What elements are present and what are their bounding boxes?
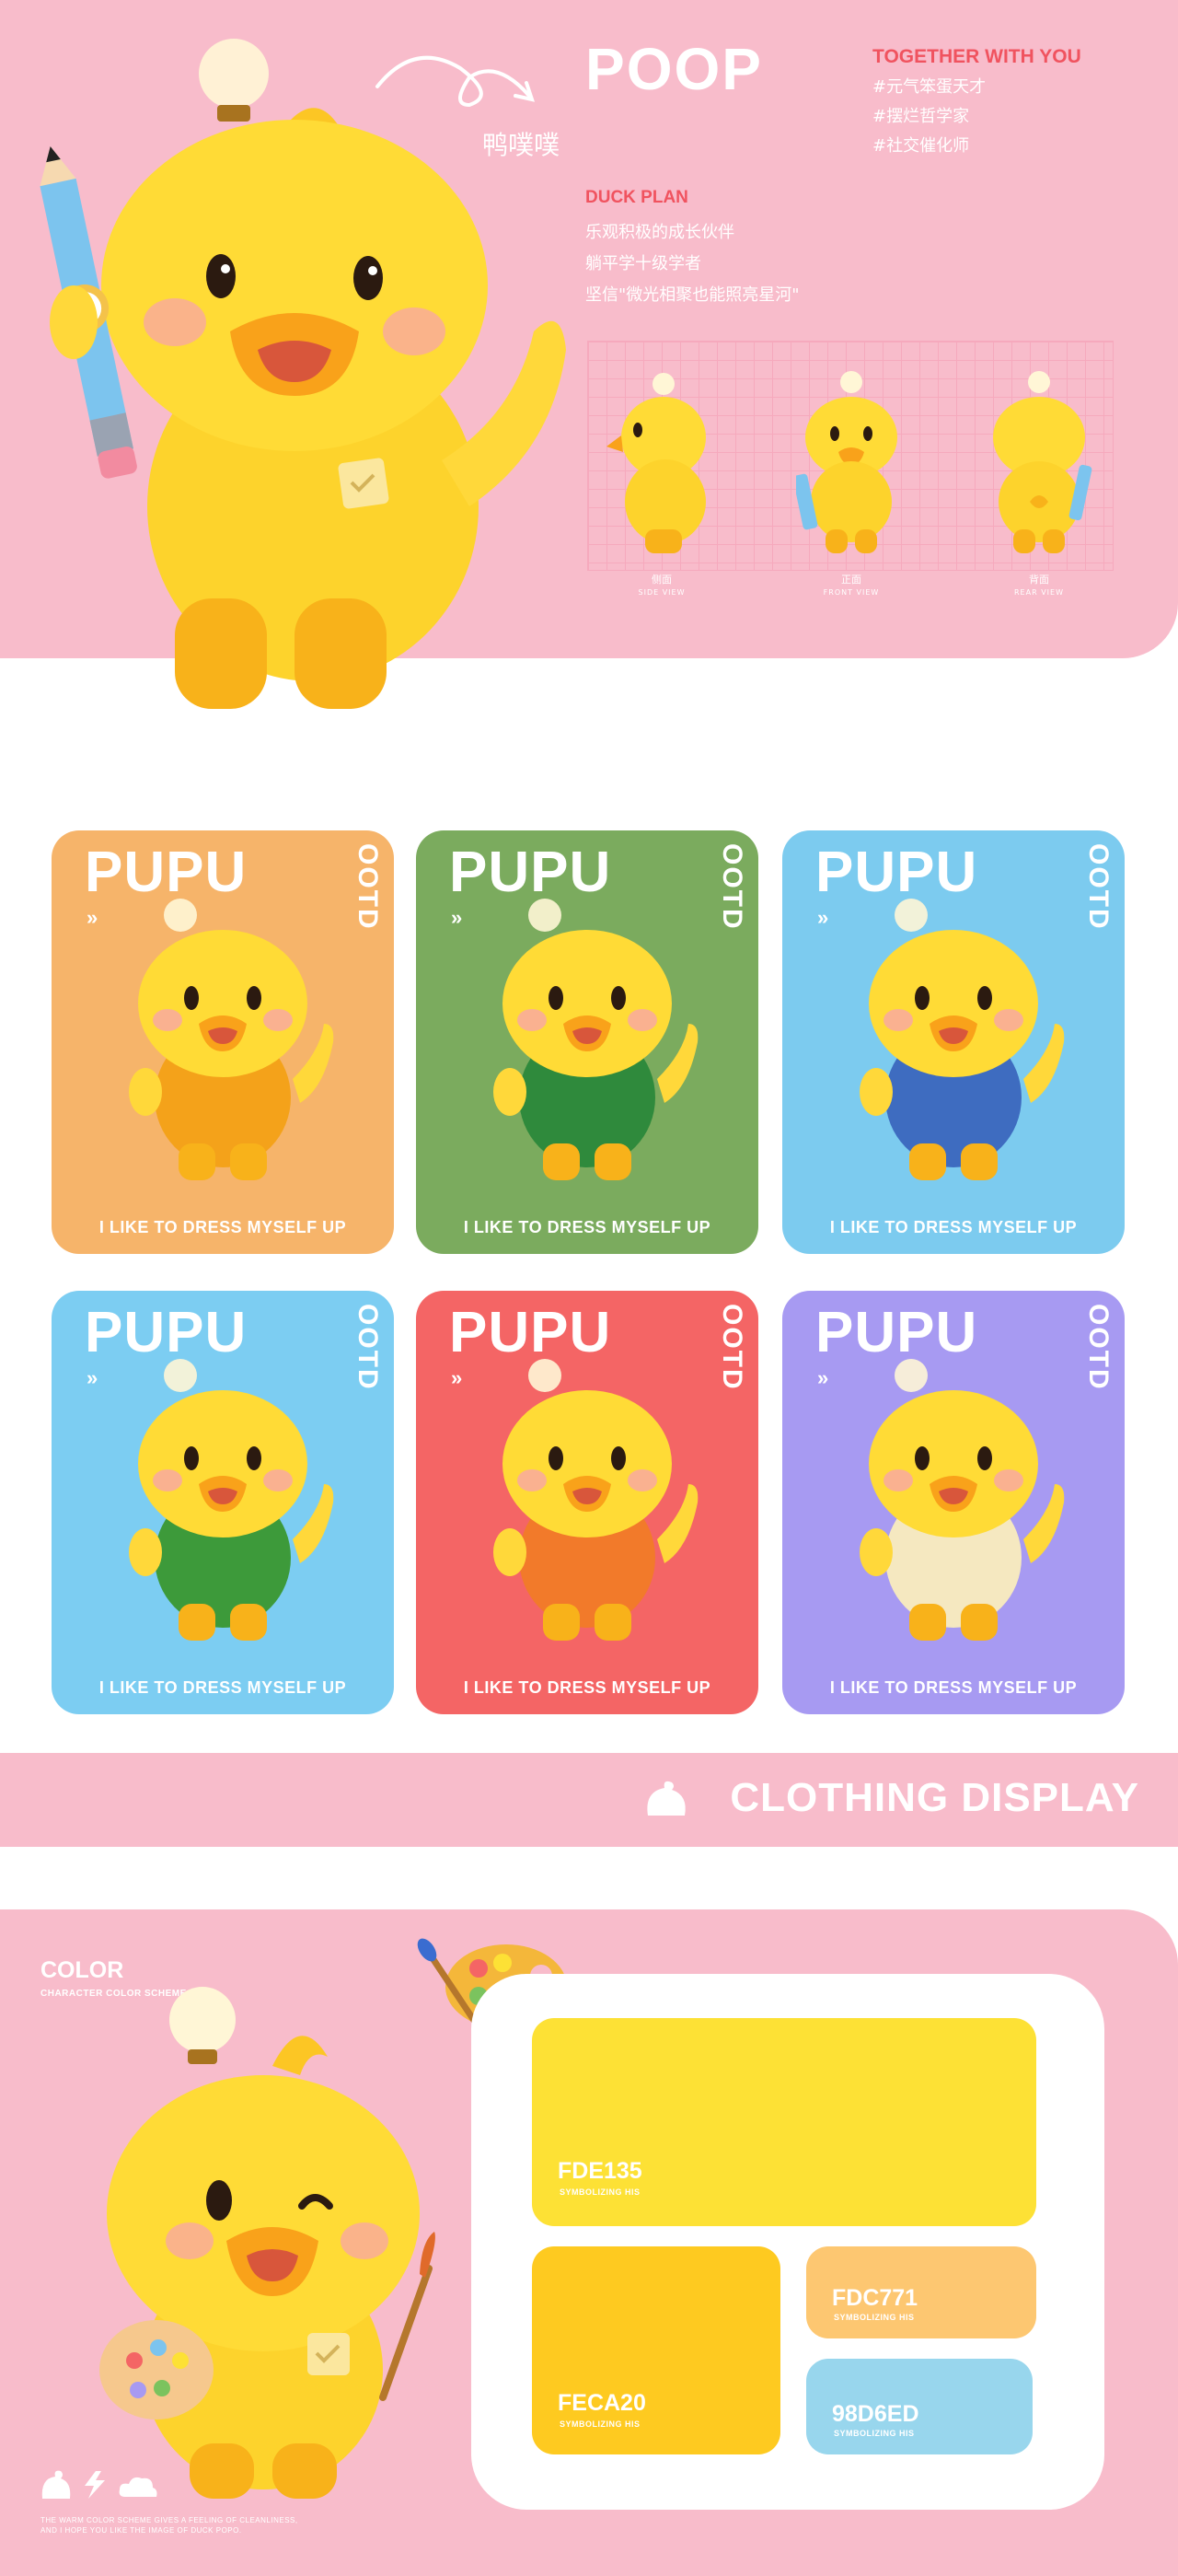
plan-line: 躺平学十级学者 xyxy=(585,254,701,273)
swatch-98d6ed: 98D6ED SYMBOLIZING HIS xyxy=(806,2359,1033,2454)
blob-icon xyxy=(647,1781,686,1816)
chevron-icon: » xyxy=(451,1366,462,1389)
view-label-en: SIDE VIEW xyxy=(638,588,686,597)
side-view-figure xyxy=(606,373,706,553)
plan-line: 坚信"微光相聚也能照亮星河" xyxy=(585,285,800,305)
footer-line: AND I HOPE YOU LIKE THE IMAGE OF DUCK PO… xyxy=(40,2526,242,2535)
view-label: 侧面 xyxy=(652,574,672,586)
swatch-hex: 98D6ED xyxy=(832,2401,919,2427)
duck-outfit-overalls-icon xyxy=(129,1359,334,1641)
footer-line: THE WARM COLOR SCHEME GIVES A FEELING OF… xyxy=(40,2516,298,2524)
duck-outfit-dinosaur-hoodie-icon xyxy=(493,899,699,1180)
color-swatch-panel: FDE135 SYMBOLIZING HIS FECA20 SYMBOLIZIN… xyxy=(471,1974,1104,2510)
clothing-display-band: CLOTHING DISPLAY xyxy=(0,1753,1178,1847)
band-title: CLOTHING DISPLAY xyxy=(730,1775,1139,1820)
view-label-en: REAR VIEW xyxy=(1014,588,1064,597)
decor-icons xyxy=(41,2470,157,2499)
outfit-card-dinosaur-hoodie: PUPU » OOTD I LIKE TO DRESS MYSELF UP xyxy=(416,830,758,1254)
together-heading: TOGETHER WITH YOU xyxy=(872,46,1081,67)
color-footer-note: THE WARM COLOR SCHEME GIVES A FEELING OF… xyxy=(40,2515,298,2535)
duck-outfit-explorer-icon xyxy=(860,1359,1065,1641)
card-side-label: OOTD xyxy=(352,1304,383,1391)
outfit-card-overalls: PUPU » OOTD I LIKE TO DRESS MYSELF UP xyxy=(52,1291,394,1714)
duck-outfit-business-suit-icon xyxy=(860,899,1065,1180)
card-side-label: OOTD xyxy=(717,843,747,931)
duck-plan-block: DUCK PLAN 乐观积极的成长伙伴 躺平学十级学者 坚信"微光相聚也能照亮星… xyxy=(585,188,800,306)
tag-item: #元气笨蛋天才 xyxy=(872,77,987,97)
swatch-note: SYMBOLIZING HIS xyxy=(834,2313,915,2322)
outfit-card-business-suit: PUPU » OOTD I LIKE TO DRESS MYSELF UP xyxy=(782,830,1125,1254)
color-scheme-section: COLOR CHARACTER COLOR SCHEME FDE135 SYMB… xyxy=(0,1909,1178,2576)
outfit-card-headphones-hoodie: PUPU » OOTD I LIKE TO DRESS MYSELF UP xyxy=(416,1291,758,1714)
swatch-hex: FECA20 xyxy=(558,2390,646,2416)
plan-line: 乐观积极的成长伙伴 xyxy=(585,223,734,242)
outfit-card-astronaut: PUPU » OOTD I LIKE TO DRESS MYSELF UP xyxy=(52,830,394,1254)
together-block: TOGETHER WITH YOU #元气笨蛋天才 #摆烂哲学家 #社交催化师 xyxy=(872,46,1081,157)
outfit-card-explorer: PUPU » OOTD I LIKE TO DRESS MYSELF UP xyxy=(782,1291,1125,1714)
swatch-hex: FDC771 xyxy=(832,2285,918,2311)
chevron-icon: » xyxy=(87,906,98,929)
view-label: 背面 xyxy=(1029,574,1049,586)
swatch-feca20: FECA20 SYMBOLIZING HIS xyxy=(532,2246,780,2454)
card-caption: I LIKE TO DRESS MYSELF UP xyxy=(98,1218,347,1236)
blob-icon xyxy=(41,2470,71,2499)
chevron-icon: » xyxy=(817,1366,828,1389)
front-view-caption: 正面 FRONT VIEW xyxy=(796,574,907,599)
hero-section: POOP 鸭噗噗 TOGETHER WITH YOU #元气笨蛋天才 #摆烂哲学… xyxy=(0,0,1178,709)
swatch-hex: FDE135 xyxy=(558,2158,642,2184)
card-caption: I LIKE TO DRESS MYSELF UP xyxy=(829,1678,1078,1697)
plan-heading: DUCK PLAN xyxy=(585,188,688,207)
front-view-figure xyxy=(796,371,897,553)
turnaround-grid: 侧面 SIDE VIEW 正面 FRONT VIEW 背面 REAR VIEW xyxy=(587,341,1114,597)
card-side-label: OOTD xyxy=(1083,843,1114,931)
swatch-fdc771: FDC771 SYMBOLIZING HIS xyxy=(806,2246,1036,2338)
swatch-note: SYMBOLIZING HIS xyxy=(834,2429,915,2438)
view-label-en: FRONT VIEW xyxy=(823,588,880,597)
card-caption: I LIKE TO DRESS MYSELF UP xyxy=(463,1218,711,1236)
swatch-note: SYMBOLIZING HIS xyxy=(560,2419,641,2429)
character-name: 鸭噗噗 xyxy=(482,130,560,160)
card-caption: I LIKE TO DRESS MYSELF UP xyxy=(98,1678,347,1697)
chevron-icon: » xyxy=(817,906,828,929)
card-side-label: OOTD xyxy=(352,843,383,931)
card-caption: I LIKE TO DRESS MYSELF UP xyxy=(463,1678,711,1697)
tag-item: #社交催化师 xyxy=(872,136,970,156)
chevron-icon: » xyxy=(451,906,462,929)
tag-item: #摆烂哲学家 xyxy=(872,107,970,126)
view-label: 正面 xyxy=(841,574,861,586)
swatch-note: SYMBOLIZING HIS xyxy=(560,2187,641,2197)
hero-title: POOP xyxy=(585,36,763,102)
side-view-caption: 侧面 SIDE VIEW xyxy=(606,574,717,599)
arrow-doodle-icon xyxy=(375,55,536,108)
swatch-fde135: FDE135 SYMBOLIZING HIS xyxy=(532,2018,1036,2226)
chevron-icon: » xyxy=(87,1366,98,1389)
lightning-icon xyxy=(85,2471,105,2499)
rear-view-caption: 背面 REAR VIEW xyxy=(984,574,1094,599)
duck-outfit-astronaut-icon xyxy=(129,899,334,1180)
card-caption: I LIKE TO DRESS MYSELF UP xyxy=(829,1218,1078,1236)
cloud-icon xyxy=(119,2477,157,2497)
card-side-label: OOTD xyxy=(717,1304,747,1391)
rear-view-figure xyxy=(993,371,1092,553)
duck-outfit-headphones-hoodie-icon xyxy=(493,1359,699,1641)
card-side-label: OOTD xyxy=(1083,1304,1114,1391)
painter-duck-illustration xyxy=(99,1987,435,2499)
